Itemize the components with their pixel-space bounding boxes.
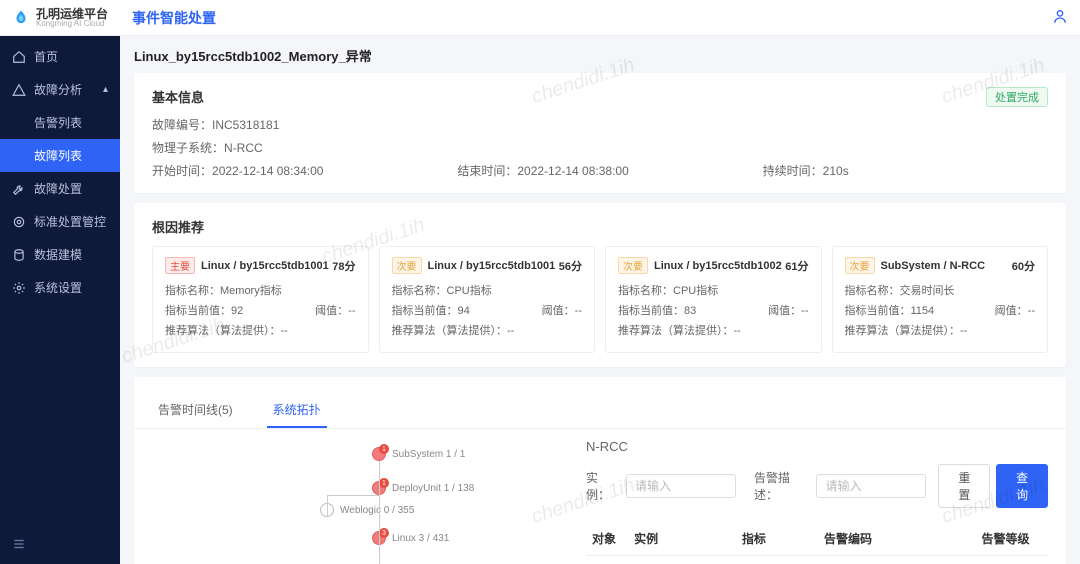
query-button[interactable]: 查 询 (996, 464, 1048, 508)
logo[interactable]: 孔明运维平台 Kongming AI Cloud (12, 8, 120, 28)
desc-input[interactable] (816, 474, 926, 498)
target-icon (12, 215, 26, 229)
col-2: 指标 (736, 522, 818, 556)
topbar: 孔明运维平台 Kongming AI Cloud 事件智能处置 (0, 0, 1080, 36)
node-label: Weblogic 0 / 355 (340, 505, 414, 516)
rootcause-card-0[interactable]: 主要Linux / by15rcc5tdb100178分指标名称：Memory指… (152, 246, 369, 353)
rc-title: Linux / by15rcc5tdb1002 (654, 260, 782, 272)
sidebar-item-7[interactable]: 系统设置 (0, 271, 120, 304)
collapse-button[interactable] (0, 527, 120, 564)
rc-score: 56分 (559, 258, 582, 274)
brand-name: 孔明运维平台 (36, 8, 108, 20)
detail-panel: N-RCC 实例： 告警描述： 重 置 查 询 对象实例指标告警编码告警等级 L… (586, 439, 1048, 564)
alert-icon (12, 83, 26, 97)
rc-tag: 主要 (165, 257, 195, 274)
sidebar-item-1[interactable]: 故障分析 ▴ (0, 73, 120, 106)
rc-title: Linux / by15rcc5tdb1001 (201, 260, 329, 272)
instance-input[interactable] (626, 474, 736, 498)
flame-icon (12, 9, 30, 27)
topo-node-0[interactable]: 1SubSystem 1 / 1 (372, 447, 465, 461)
collapse-icon (12, 537, 26, 551)
rootcause-card-2[interactable]: 次要Linux / by15rcc5tdb100261分指标名称：CPU指标指标… (605, 246, 822, 353)
person-icon (1052, 8, 1068, 24)
basic-heading: 基本信息 (152, 87, 1048, 106)
topo-edge (379, 495, 380, 545)
sidebar-item-label: 故障分析 (34, 81, 82, 98)
node-badge: 1 (379, 478, 389, 488)
sidebar-item-0[interactable]: 首页 (0, 40, 120, 73)
col-3: 告警编码 (818, 522, 976, 556)
topo-node-3[interactable]: 3Linux 3 / 431 (372, 531, 449, 545)
user-icon[interactable] (1052, 8, 1068, 27)
tabs: 告警时间线(5) 系统拓扑 (134, 391, 1066, 429)
desc-label: 告警描述： (754, 469, 811, 503)
rc-score: 61分 (785, 258, 808, 274)
node-badge: 1 (379, 444, 389, 454)
rootcause-card-3[interactable]: 次要SubSystem / N-RCC60分指标名称：交易时间长指标当前值：11… (832, 246, 1049, 353)
topo-edge (327, 495, 379, 496)
status-badge: 处置完成 (986, 87, 1048, 107)
sidebar-item-label: 数据建模 (34, 246, 82, 263)
detail-title: N-RCC (586, 439, 1048, 454)
reset-button[interactable]: 重 置 (938, 464, 990, 508)
sidebar-item-6[interactable]: 数据建模 (0, 238, 120, 271)
rc-title: SubSystem / N-RCC (881, 260, 986, 272)
topo-edge (327, 495, 328, 517)
sidebar-item-label: 标准处置管控 (34, 213, 106, 230)
duration: 持续时间：210s (763, 162, 1048, 179)
col-1: 实例 (628, 522, 736, 556)
rc-tag: 次要 (392, 257, 422, 274)
end-time: 结束时间：2022-12-14 08:38:00 (457, 162, 742, 179)
topo-edge (379, 461, 380, 495)
sidebar-item-label: 故障列表 (34, 147, 82, 164)
home-icon (12, 50, 26, 64)
sidebar-item-label: 告警列表 (34, 114, 82, 131)
db-icon (12, 248, 26, 262)
wrench-icon (12, 182, 26, 196)
alert-table: 对象实例指标告警编码告警等级 Linuxby15rcc5tdb1001Memor… (586, 522, 1048, 564)
tab-timeline[interactable]: 告警时间线(5) (152, 391, 239, 428)
node-badge: 3 (379, 528, 389, 538)
rc-score: 60分 (1012, 258, 1035, 274)
start-time: 开始时间：2022-12-14 08:34:00 (152, 162, 437, 179)
tab-topology[interactable]: 系统拓扑 (267, 391, 327, 428)
topo-edge (379, 545, 380, 564)
col-0: 对象 (586, 522, 628, 556)
rootcause-card: 根因推荐 主要Linux / by15rcc5tdb100178分指标名称：Me… (134, 203, 1066, 367)
sidebar-item-4[interactable]: 故障处置 (0, 172, 120, 205)
rc-tag: 次要 (845, 257, 875, 274)
col-4: 告警等级 (975, 522, 1048, 556)
brand-sub: Kongming AI Cloud (36, 20, 108, 28)
main-content: Linux_by15rcc5tdb1002_Memory_异常 处置完成 基本信… (120, 36, 1080, 564)
sidebar-item-label: 故障处置 (34, 180, 82, 197)
node-label: SubSystem 1 / 1 (392, 449, 465, 460)
sidebar: 首页故障分析 ▴ 告警列表故障列表故障处置标准处置管控数据建模系统设置 (0, 36, 120, 564)
table-row[interactable]: Linuxby15rcc5tdb1001Memory指标424442998822… (586, 556, 1048, 564)
topology-canvas[interactable]: 1SubSystem 1 / 11DeployUnit 1 / 138Weblo… (152, 439, 572, 564)
rc-score: 78分 (332, 258, 355, 274)
topo-node-2[interactable]: Weblogic 0 / 355 (320, 503, 414, 517)
sidebar-item-label: 系统设置 (34, 279, 82, 296)
sidebar-item-label: 首页 (34, 48, 58, 65)
basic-info-card: 处置完成 基本信息 故障编号：INC5318181 物理子系统：N-RCC 开始… (134, 73, 1066, 193)
instance-label: 实例： (586, 469, 620, 503)
node-dot: 1 (372, 447, 386, 461)
rc-tag: 次要 (618, 257, 648, 274)
chevron-up-icon: ▴ (103, 84, 108, 95)
sidebar-item-2[interactable]: 告警列表 (0, 106, 120, 139)
rootcause-card-1[interactable]: 次要Linux / by15rcc5tdb100156分指标名称：CPU指标指标… (379, 246, 596, 353)
rc-title: Linux / by15rcc5tdb1001 (428, 260, 556, 272)
fault-no-row: 故障编号：INC5318181 (152, 116, 1048, 133)
node-label: DeployUnit 1 / 138 (392, 483, 474, 494)
topology-card: 告警时间线(5) 系统拓扑 1SubSystem 1 / 11DeployUni… (134, 377, 1066, 564)
module-title: 事件智能处置 (132, 8, 216, 28)
sidebar-item-3[interactable]: 故障列表 (0, 139, 120, 172)
sidebar-item-5[interactable]: 标准处置管控 (0, 205, 120, 238)
node-label: Linux 3 / 431 (392, 533, 449, 544)
rootcause-heading: 根因推荐 (152, 217, 1048, 236)
page-title: Linux_by15rcc5tdb1002_Memory_异常 (134, 46, 1066, 65)
subsystem-row: 物理子系统：N-RCC (152, 139, 1048, 156)
topo-node-1[interactable]: 1DeployUnit 1 / 138 (372, 481, 474, 495)
gear-icon (12, 281, 26, 295)
